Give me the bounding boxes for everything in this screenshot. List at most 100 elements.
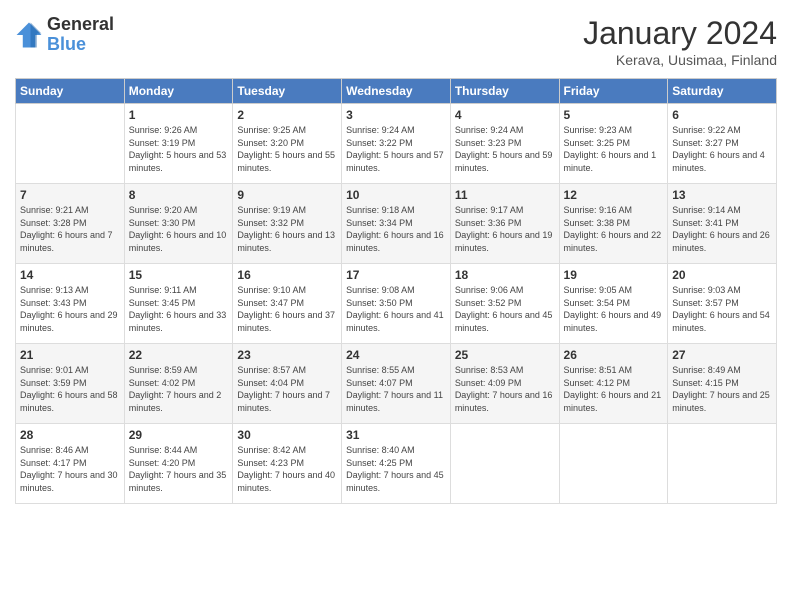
day-cell [559, 424, 668, 504]
day-number: 9 [237, 188, 337, 202]
day-info: Sunrise: 9:01 AMSunset: 3:59 PMDaylight:… [20, 364, 120, 414]
day-cell: 9Sunrise: 9:19 AMSunset: 3:32 PMDaylight… [233, 184, 342, 264]
day-number: 31 [346, 428, 446, 442]
day-info: Sunrise: 9:08 AMSunset: 3:50 PMDaylight:… [346, 284, 446, 334]
day-cell: 20 Sunrise: 9:03 AMSunset: 3:57 PMDayligh… [668, 264, 777, 344]
day-info: Sunrise: 8:46 AMSunset: 4:17 PMDaylight:… [20, 444, 120, 494]
day-info: Sunrise: 8:53 AMSunset: 4:09 PMDaylight:… [455, 364, 555, 414]
day-number: 29 [129, 428, 229, 442]
calendar-table: SundayMondayTuesdayWednesdayThursdayFrid… [15, 78, 777, 504]
day-cell: 14 Sunrise: 9:13 AMSunset: 3:43 PMDayligh… [16, 264, 125, 344]
day-info: Sunrise: 9:17 AMSunset: 3:36 PMDaylight:… [455, 204, 555, 254]
day-info: Sunrise: 9:03 AMSunset: 3:57 PMDaylight:… [672, 284, 772, 334]
day-info: Sunrise: 9:16 AMSunset: 3:38 PMDaylight:… [564, 204, 664, 254]
day-info: Sunrise: 8:40 AMSunset: 4:25 PMDaylight:… [346, 444, 446, 494]
day-info: Sunrise: 9:11 AMSunset: 3:45 PMDaylight:… [129, 284, 229, 334]
day-number: 13 [672, 188, 772, 202]
day-number: 15 [129, 268, 229, 282]
day-number: 16 [237, 268, 337, 282]
day-number: 26 [564, 348, 664, 362]
header: General Blue January 2024 Kerava, Uusima… [15, 15, 777, 68]
day-cell: 6Sunrise: 9:22 AMSunset: 3:27 PMDaylight… [668, 104, 777, 184]
day-number: 22 [129, 348, 229, 362]
day-info: Sunrise: 9:21 AMSunset: 3:28 PMDaylight:… [20, 204, 120, 254]
weekday-header-row: SundayMondayTuesdayWednesdayThursdayFrid… [16, 79, 777, 104]
day-number: 24 [346, 348, 446, 362]
day-cell: 13 Sunrise: 9:14 AMSunset: 3:41 PMDayligh… [668, 184, 777, 264]
day-cell: 8 Sunrise: 9:20 AMSunset: 3:30 PMDaylight… [124, 184, 233, 264]
day-cell: 4 Sunrise: 9:24 AMSunset: 3:23 PMDaylight… [450, 104, 559, 184]
day-cell: 22 Sunrise: 8:59 AMSunset: 4:02 PMDayligh… [124, 344, 233, 424]
day-info: Sunrise: 9:24 AMSunset: 3:22 PMDaylight:… [346, 124, 446, 174]
day-number: 25 [455, 348, 555, 362]
weekday-header-friday: Friday [559, 79, 668, 104]
day-cell: 15 Sunrise: 9:11 AMSunset: 3:45 PMDayligh… [124, 264, 233, 344]
logo-text-block: General Blue [47, 15, 114, 55]
day-number: 6 [672, 108, 772, 122]
day-info: Sunrise: 8:49 AMSunset: 4:15 PMDaylight:… [672, 364, 772, 414]
week-row-5: 28 Sunrise: 8:46 AMSunset: 4:17 PMDayligh… [16, 424, 777, 504]
day-info: Sunrise: 8:51 AMSunset: 4:12 PMDaylight:… [564, 364, 664, 414]
day-cell: 27 Sunrise: 8:49 AMSunset: 4:15 PMDayligh… [668, 344, 777, 424]
day-number: 2 [237, 108, 337, 122]
day-cell: 12 Sunrise: 9:16 AMSunset: 3:38 PMDayligh… [559, 184, 668, 264]
day-number: 7 [20, 188, 120, 202]
weekday-header-tuesday: Tuesday [233, 79, 342, 104]
day-number: 19 [564, 268, 664, 282]
week-row-1: 1Sunrise: 9:26 AMSunset: 3:19 PMDaylight… [16, 104, 777, 184]
weekday-header-sunday: Sunday [16, 79, 125, 104]
day-cell: 10 Sunrise: 9:18 AMSunset: 3:34 PMDayligh… [342, 184, 451, 264]
day-number: 4 [455, 108, 555, 122]
day-cell: 5Sunrise: 9:23 AMSunset: 3:25 PMDaylight… [559, 104, 668, 184]
day-cell: 1Sunrise: 9:26 AMSunset: 3:19 PMDaylight… [124, 104, 233, 184]
day-number: 11 [455, 188, 555, 202]
title-block: January 2024 Kerava, Uusimaa, Finland [583, 15, 777, 68]
day-info: Sunrise: 9:20 AMSunset: 3:30 PMDaylight:… [129, 204, 229, 254]
day-cell: 19 Sunrise: 9:05 AMSunset: 3:54 PMDayligh… [559, 264, 668, 344]
logo-general: General [47, 15, 114, 35]
day-info: Sunrise: 9:13 AMSunset: 3:43 PMDaylight:… [20, 284, 120, 334]
week-row-3: 14 Sunrise: 9:13 AMSunset: 3:43 PMDayligh… [16, 264, 777, 344]
weekday-header-saturday: Saturday [668, 79, 777, 104]
day-info: Sunrise: 8:59 AMSunset: 4:02 PMDaylight:… [129, 364, 229, 414]
weekday-header-wednesday: Wednesday [342, 79, 451, 104]
day-cell [668, 424, 777, 504]
day-info: Sunrise: 9:18 AMSunset: 3:34 PMDaylight:… [346, 204, 446, 254]
day-cell: 24Sunrise: 8:55 AMSunset: 4:07 PMDayligh… [342, 344, 451, 424]
day-cell: 2Sunrise: 9:25 AMSunset: 3:20 PMDaylight… [233, 104, 342, 184]
week-row-2: 7 Sunrise: 9:21 AMSunset: 3:28 PMDaylight… [16, 184, 777, 264]
day-number: 5 [564, 108, 664, 122]
day-number: 8 [129, 188, 229, 202]
day-number: 20 [672, 268, 772, 282]
day-cell: 29 Sunrise: 8:44 AMSunset: 4:20 PMDayligh… [124, 424, 233, 504]
day-number: 1 [129, 108, 229, 122]
day-number: 28 [20, 428, 120, 442]
day-number: 12 [564, 188, 664, 202]
day-cell [450, 424, 559, 504]
day-cell: 17 Sunrise: 9:08 AMSunset: 3:50 PMDayligh… [342, 264, 451, 344]
day-info: Sunrise: 9:05 AMSunset: 3:54 PMDaylight:… [564, 284, 664, 334]
day-number: 10 [346, 188, 446, 202]
logo-icon [15, 21, 43, 49]
day-cell: 21 Sunrise: 9:01 AMSunset: 3:59 PMDayligh… [16, 344, 125, 424]
day-number: 21 [20, 348, 120, 362]
day-info: Sunrise: 9:14 AMSunset: 3:41 PMDaylight:… [672, 204, 772, 254]
day-info: Sunrise: 8:57 AMSunset: 4:04 PMDaylight:… [237, 364, 337, 414]
day-number: 30 [237, 428, 337, 442]
day-number: 14 [20, 268, 120, 282]
day-number: 17 [346, 268, 446, 282]
weekday-header-thursday: Thursday [450, 79, 559, 104]
day-info: Sunrise: 9:24 AMSunset: 3:23 PMDaylight:… [455, 124, 555, 174]
day-info: Sunrise: 9:06 AMSunset: 3:52 PMDaylight:… [455, 284, 555, 334]
day-cell: 16Sunrise: 9:10 AMSunset: 3:47 PMDayligh… [233, 264, 342, 344]
day-cell: 30Sunrise: 8:42 AMSunset: 4:23 PMDayligh… [233, 424, 342, 504]
day-cell: 3Sunrise: 9:24 AMSunset: 3:22 PMDaylight… [342, 104, 451, 184]
weekday-header-monday: Monday [124, 79, 233, 104]
day-cell: 26 Sunrise: 8:51 AMSunset: 4:12 PMDayligh… [559, 344, 668, 424]
day-cell: 11 Sunrise: 9:17 AMSunset: 3:36 PMDayligh… [450, 184, 559, 264]
day-cell: 28 Sunrise: 8:46 AMSunset: 4:17 PMDayligh… [16, 424, 125, 504]
location-title: Kerava, Uusimaa, Finland [583, 52, 777, 68]
day-number: 27 [672, 348, 772, 362]
page: General Blue January 2024 Kerava, Uusima… [0, 0, 792, 612]
day-info: Sunrise: 8:44 AMSunset: 4:20 PMDaylight:… [129, 444, 229, 494]
